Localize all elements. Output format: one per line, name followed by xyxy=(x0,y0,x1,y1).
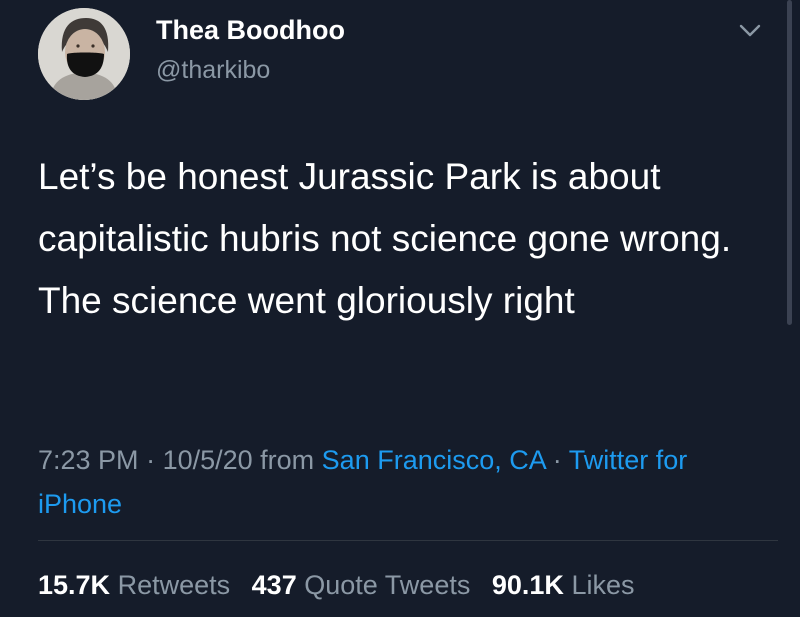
divider xyxy=(38,540,778,541)
quote-tweets-count: 437 xyxy=(251,570,297,600)
tweet-stats: 15.7K Retweets 437 Quote Tweets 90.1K Li… xyxy=(38,563,634,607)
tweet-card: Thea Boodhoo @tharkibo Let’s be honest J… xyxy=(0,0,800,617)
avatar-image xyxy=(38,8,130,100)
likes-label: Likes xyxy=(571,570,635,600)
tweet-date[interactable]: 10/5/20 xyxy=(163,445,253,475)
retweets-stat[interactable]: 15.7K Retweets xyxy=(38,570,230,600)
quote-tweets-stat[interactable]: 437 Quote Tweets xyxy=(252,570,471,600)
retweets-label: Retweets xyxy=(117,570,231,600)
retweets-count: 15.7K xyxy=(38,570,111,600)
display-name[interactable]: Thea Boodhoo xyxy=(156,14,345,46)
avatar[interactable] xyxy=(38,8,130,100)
tweet-metadata: 7:23 PM · 10/5/20 from San Francisco, CA… xyxy=(38,438,778,526)
author-block: Thea Boodhoo @tharkibo xyxy=(156,14,345,86)
tweet-time[interactable]: 7:23 PM xyxy=(38,445,139,475)
chevron-down-icon xyxy=(739,24,761,37)
likes-stat[interactable]: 90.1K Likes xyxy=(492,570,635,600)
user-handle[interactable]: @tharkibo xyxy=(156,54,345,86)
from-label: from xyxy=(252,445,322,475)
separator: · xyxy=(545,445,569,475)
quote-tweets-label: Quote Tweets xyxy=(304,570,471,600)
scrollbar[interactable] xyxy=(787,0,792,325)
separator: · xyxy=(138,445,163,475)
likes-count: 90.1K xyxy=(491,570,564,600)
tweet-text: Let’s be honest Jurassic Park is about c… xyxy=(38,156,732,321)
location-link[interactable]: San Francisco, CA xyxy=(322,445,546,475)
tweet-menu-button[interactable] xyxy=(733,18,767,44)
